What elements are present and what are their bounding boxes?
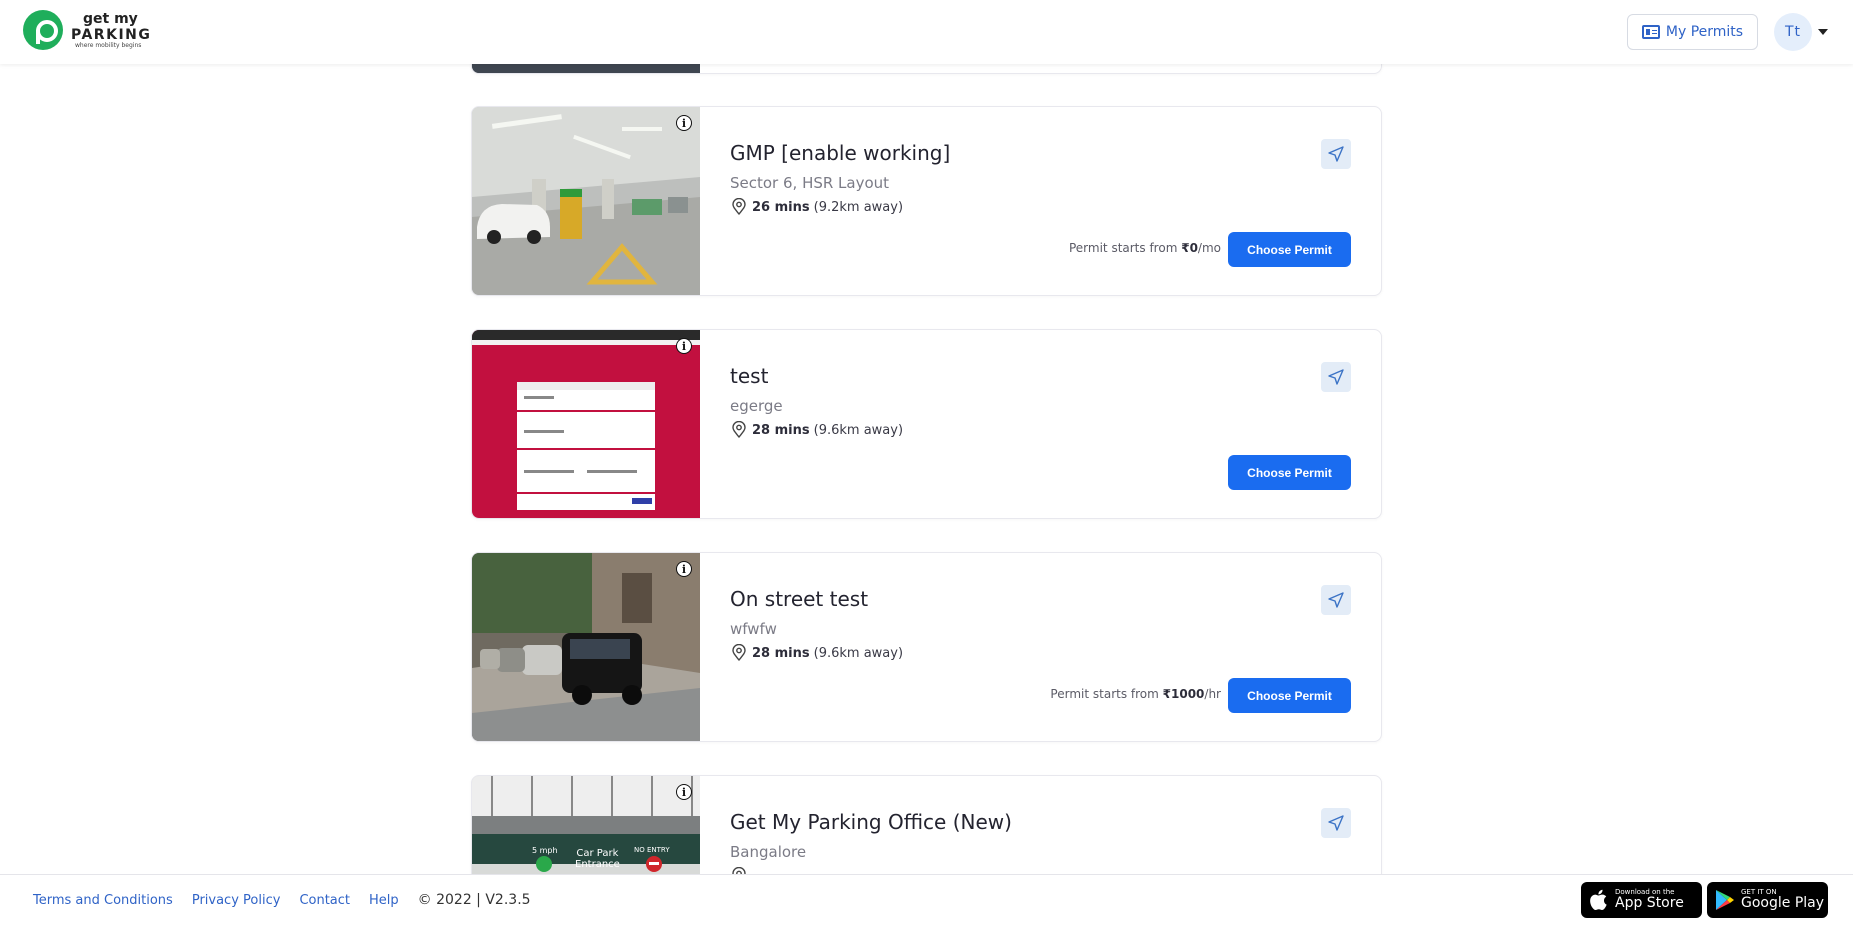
travel-duration: 28 mins [752, 645, 810, 661]
navigation-arrow-icon [1328, 592, 1344, 608]
choose-permit-button[interactable]: Choose Permit [1228, 232, 1351, 267]
parking-title: Get My Parking Office (New) [730, 810, 1012, 834]
parking-card[interactable]: i GMP [enable working] Sector 6, HSR Lay… [471, 106, 1382, 296]
navigate-button[interactable] [1321, 808, 1351, 838]
permit-price-text: Permit starts from ₹1000/hr [1050, 687, 1221, 701]
parking-title: test [730, 364, 769, 388]
caret-down-icon[interactable] [1818, 29, 1828, 35]
top-header: get my PARKING where mobility begins My … [0, 0, 1853, 64]
terms-link[interactable]: Terms and Conditions [33, 893, 173, 908]
info-icon[interactable]: i [676, 338, 692, 354]
parking-title: GMP [enable working] [730, 141, 951, 165]
parking-card-body: test egerge 28 mins (9.6km away) Choose … [730, 330, 1381, 518]
travel-duration: 26 mins [752, 199, 810, 215]
parking-distance: 28 mins (9.6km away) [730, 643, 904, 662]
google-play-icon [1716, 890, 1734, 910]
logo-mark-icon [23, 10, 63, 50]
navigation-arrow-icon [1328, 815, 1344, 831]
location-pin-icon [730, 643, 748, 662]
contact-link[interactable]: Contact [299, 893, 350, 908]
permit-unit: /mo [1197, 241, 1221, 255]
app-store-badge[interactable]: Download on the App Store [1581, 882, 1702, 918]
navigation-arrow-icon [1328, 369, 1344, 385]
page-footer: Terms and Conditions Privacy Policy Cont… [0, 874, 1853, 928]
sign-entrance-line2: Entrance [575, 859, 620, 870]
copyright-text: © 2022 | V2.3.5 [417, 892, 531, 908]
travel-distance: (9.2km away) [813, 199, 904, 215]
permit-card-icon [1641, 25, 1660, 39]
app-store-big: App Store [1615, 894, 1684, 911]
parking-card[interactable]: i On street test wfwfw 28 mins (9.6km aw… [471, 552, 1382, 742]
parking-card-body: GMP [enable working] Sector 6, HSR Layou… [730, 107, 1381, 295]
brand-logo[interactable]: get my PARKING where mobility begins [23, 10, 151, 50]
user-avatar[interactable]: Tt [1774, 13, 1812, 51]
google-play-text: GET IT ON Google Play [1741, 888, 1825, 911]
sign-no-entry: NO ENTRY [634, 846, 670, 854]
parking-image[interactable]: i [472, 553, 700, 741]
sign-speed: 5 mph [532, 846, 558, 855]
logo-line2: PARKING [71, 26, 152, 43]
travel-duration: 28 mins [752, 422, 810, 438]
my-permits-label: My Permits [1665, 24, 1744, 40]
parking-image[interactable]: i [472, 107, 700, 295]
parking-distance: 26 mins (9.2km away) [730, 197, 904, 216]
parking-address: Sector 6, HSR Layout [730, 174, 890, 192]
my-permits-button[interactable]: My Permits [1627, 14, 1758, 50]
choose-permit-button[interactable]: Choose Permit [1228, 455, 1351, 490]
footer-links: Terms and Conditions Privacy Policy Cont… [33, 892, 531, 908]
permit-prefix: Permit starts from [1050, 687, 1159, 701]
parking-card[interactable]: i test egerge 28 mins (9.6km away) Choos… [471, 329, 1382, 519]
permit-price: ₹0 [1181, 241, 1198, 255]
logo-tagline: where mobility begins [75, 41, 142, 49]
apple-icon [1590, 889, 1607, 911]
google-play-badge[interactable]: GET IT ON Google Play [1707, 882, 1828, 918]
logo-text: get my PARKING where mobility begins [71, 12, 151, 49]
parking-distance: 28 mins (9.6km away) [730, 420, 904, 439]
permit-prefix: Permit starts from [1068, 241, 1178, 255]
travel-distance: (9.6km away) [813, 422, 904, 438]
navigate-button[interactable] [1321, 362, 1351, 392]
logo-line1: get my [83, 10, 138, 27]
location-pin-icon [730, 420, 748, 439]
parking-address: egerge [730, 397, 783, 415]
help-link[interactable]: Help [369, 893, 399, 908]
parking-card-body: On street test wfwfw 28 mins (9.6km away… [730, 553, 1381, 741]
google-play-big: Google Play [1741, 894, 1825, 911]
navigate-button[interactable] [1321, 585, 1351, 615]
parking-address: wfwfw [730, 620, 777, 638]
privacy-link[interactable]: Privacy Policy [192, 893, 281, 908]
permit-price: ₹1000 [1162, 687, 1205, 701]
permit-unit: /hr [1204, 687, 1221, 701]
info-icon[interactable]: i [676, 784, 692, 800]
parking-title: On street test [730, 587, 869, 611]
choose-permit-button[interactable]: Choose Permit [1228, 678, 1351, 713]
sign-entrance: Car Park Entrance [575, 848, 620, 870]
info-icon[interactable]: i [676, 115, 692, 131]
travel-distance: (9.6km away) [813, 645, 904, 661]
navigation-arrow-icon [1328, 146, 1344, 162]
navigate-button[interactable] [1321, 139, 1351, 169]
app-store-text: Download on the App Store [1615, 888, 1684, 911]
permit-price-text: Permit starts from ₹0/mo [1069, 241, 1221, 255]
sign-entrance-line1: Car Park [576, 848, 619, 859]
location-pin-icon [730, 197, 748, 216]
parking-address: Bangalore [730, 843, 807, 861]
info-icon[interactable]: i [676, 561, 692, 577]
parking-image[interactable]: i [472, 330, 700, 518]
